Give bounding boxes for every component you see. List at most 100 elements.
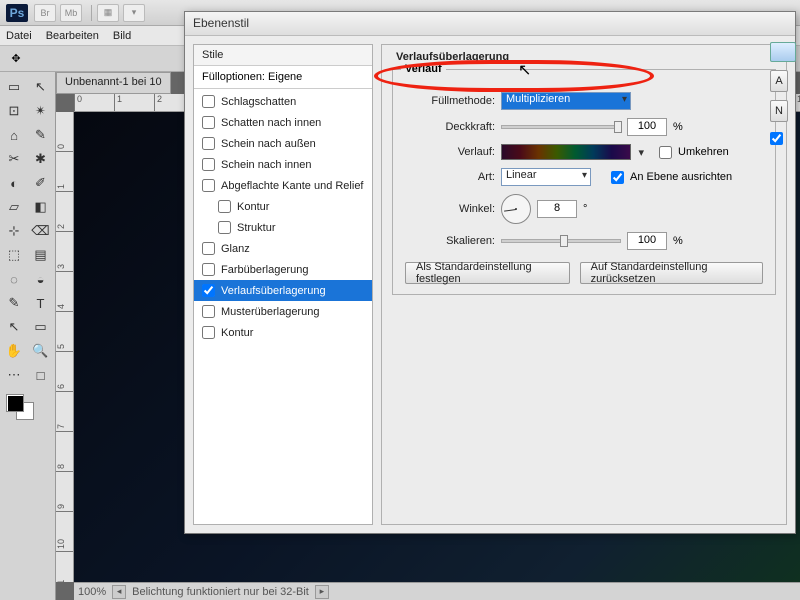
style-checkbox-1[interactable]	[202, 116, 215, 129]
tool-24[interactable]: ⋯	[2, 364, 26, 386]
titlebar-btn-view[interactable]: ▦	[97, 4, 119, 22]
style-item-5[interactable]: Kontur	[194, 196, 372, 217]
tool-3[interactable]: ✴	[29, 100, 53, 122]
style-checkbox-4[interactable]	[202, 179, 215, 192]
tool-9[interactable]: ✐	[29, 172, 53, 194]
tool-6[interactable]: ✂	[2, 148, 26, 170]
tool-23[interactable]: 🔍	[29, 340, 53, 362]
tool-11[interactable]: ◧	[29, 196, 53, 218]
scale-unit: %	[673, 235, 683, 247]
titlebar-btn-mb[interactable]: Mb	[60, 4, 82, 22]
color-swatches[interactable]	[2, 394, 53, 426]
style-checkbox-3[interactable]	[202, 158, 215, 171]
opacity-slider[interactable]	[501, 125, 621, 129]
menu-file[interactable]: Datei	[6, 30, 32, 42]
tool-10[interactable]: ▱	[2, 196, 26, 218]
scale-label: Skalieren:	[405, 235, 495, 247]
style-item-11[interactable]: Kontur	[194, 322, 372, 343]
new-style-button[interactable]: N	[770, 100, 788, 122]
style-checkbox-5[interactable]	[218, 200, 231, 213]
style-item-3[interactable]: Schein nach innen	[194, 154, 372, 175]
tool-18[interactable]: ✎	[2, 292, 26, 314]
tool-7[interactable]: ✱	[29, 148, 53, 170]
style-checkbox-9[interactable]	[202, 284, 215, 297]
fieldset-title: Verlauf	[401, 63, 446, 75]
reset-default-button[interactable]: Auf Standardeinstellung zurücksetzen	[580, 262, 763, 284]
dialog-title: Ebenenstil	[185, 12, 795, 36]
styles-header[interactable]: Stile	[194, 45, 372, 66]
status-message: Belichtung funktioniert nur bei 32-Bit	[132, 586, 309, 598]
style-item-2[interactable]: Schein nach außen	[194, 133, 372, 154]
foreground-color[interactable]	[6, 394, 24, 412]
menu-image[interactable]: Bild	[113, 30, 131, 42]
style-item-0[interactable]: Schlagschatten	[194, 91, 372, 112]
style-checkbox-10[interactable]	[202, 305, 215, 318]
style-item-9[interactable]: Verlaufsüberlagerung	[194, 280, 372, 301]
styles-list-pane: Stile Fülloptionen: Eigene Schlagschatte…	[193, 44, 373, 525]
tool-25[interactable]: □	[29, 364, 53, 386]
blending-options-item[interactable]: Fülloptionen: Eigene	[194, 66, 372, 89]
menu-edit[interactable]: Bearbeiten	[46, 30, 99, 42]
style-item-7[interactable]: Glanz	[194, 238, 372, 259]
tool-22[interactable]: ✋	[2, 340, 26, 362]
tool-13[interactable]: ⌫	[29, 220, 53, 242]
scale-value[interactable]: 100	[627, 232, 667, 250]
reverse-checkbox[interactable]	[659, 146, 672, 159]
align-checkbox[interactable]	[611, 171, 624, 184]
tool-2[interactable]: ⊡	[2, 100, 26, 122]
angle-value[interactable]: 8	[537, 200, 577, 218]
titlebar-btn-br[interactable]: Br	[34, 4, 56, 22]
type-select[interactable]: Linear	[501, 168, 591, 186]
tool-19[interactable]: T	[29, 292, 53, 314]
style-label: Musterüberlagerung	[221, 306, 319, 318]
style-label: Struktur	[237, 222, 276, 234]
style-item-10[interactable]: Musterüberlagerung	[194, 301, 372, 322]
tool-16[interactable]: ◌	[2, 268, 26, 290]
style-checkbox-6[interactable]	[218, 221, 231, 234]
tool-5[interactable]: ✎	[29, 124, 53, 146]
gradient-picker[interactable]	[501, 144, 631, 160]
tool-21[interactable]: ▭	[29, 316, 53, 338]
zoom-level[interactable]: 100%	[78, 586, 106, 598]
style-checkbox-2[interactable]	[202, 137, 215, 150]
style-item-8[interactable]: Farbüberlagerung	[194, 259, 372, 280]
titlebar-btn-zoom[interactable]: ▾	[123, 4, 145, 22]
status-next-icon[interactable]: ▸	[315, 585, 329, 599]
style-item-6[interactable]: Struktur	[194, 217, 372, 238]
tool-0[interactable]: ▭	[2, 76, 26, 98]
ok-button[interactable]	[770, 42, 796, 62]
style-label: Glanz	[221, 243, 250, 255]
style-label: Kontur	[221, 327, 253, 339]
cancel-button[interactable]: A	[770, 70, 788, 92]
style-checkbox-8[interactable]	[202, 263, 215, 276]
tool-15[interactable]: ▤	[29, 244, 53, 266]
style-checkbox-0[interactable]	[202, 95, 215, 108]
tool-8[interactable]: ◐	[2, 172, 26, 194]
settings-pane: Verlaufsüberlagerung Verlauf Füllmethode…	[381, 44, 787, 525]
style-label: Abgeflachte Kante und Relief	[221, 180, 364, 192]
tool-17[interactable]: ◒	[29, 268, 53, 290]
blend-mode-select[interactable]: Multiplizieren	[501, 92, 631, 110]
separator	[91, 5, 92, 21]
angle-dial[interactable]	[501, 194, 531, 224]
tool-20[interactable]: ↖	[2, 316, 26, 338]
tool-4[interactable]: ⌂	[2, 124, 26, 146]
style-checkbox-11[interactable]	[202, 326, 215, 339]
tool-12[interactable]: ⊹	[2, 220, 26, 242]
style-label: Farbüberlagerung	[221, 264, 308, 276]
tool-14[interactable]: ⬚	[2, 244, 26, 266]
style-label: Kontur	[237, 201, 269, 213]
move-tool-icon: ✥	[6, 49, 26, 69]
make-default-button[interactable]: Als Standardeinstellung festlegen	[405, 262, 570, 284]
style-label: Schlagschatten	[221, 96, 296, 108]
preview-checkbox[interactable]	[770, 132, 783, 145]
opacity-value[interactable]: 100	[627, 118, 667, 136]
tool-1[interactable]: ↖	[29, 76, 53, 98]
status-prev-icon[interactable]: ◂	[112, 585, 126, 599]
type-label: Art:	[405, 171, 495, 183]
scale-slider[interactable]	[501, 239, 621, 243]
style-checkbox-7[interactable]	[202, 242, 215, 255]
style-item-1[interactable]: Schatten nach innen	[194, 112, 372, 133]
document-tab[interactable]: Unbenannt-1 bei 10	[56, 72, 171, 94]
style-item-4[interactable]: Abgeflachte Kante und Relief	[194, 175, 372, 196]
